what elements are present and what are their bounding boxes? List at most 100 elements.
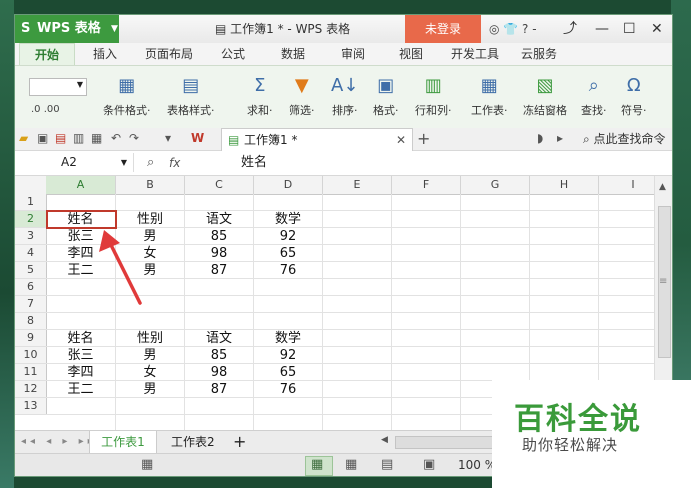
tab-data[interactable]: 数据: [281, 43, 305, 65]
tab-review[interactable]: 审阅: [341, 43, 365, 65]
title-utility-icons[interactable]: ◎ 👕 ? -: [489, 15, 537, 43]
row-header-6[interactable]: 6: [15, 279, 47, 296]
tab-cloud[interactable]: 云服务: [521, 43, 557, 65]
format-button[interactable]: ▣ 格式·: [373, 74, 399, 118]
cell-a5[interactable]: 王二: [46, 262, 115, 279]
column-header-i[interactable]: I: [599, 176, 654, 195]
column-header-e[interactable]: E: [323, 176, 392, 195]
wps-w-icon[interactable]: W: [191, 131, 204, 145]
cell-c11[interactable]: 98: [185, 364, 253, 381]
function-icon[interactable]: fx: [169, 151, 180, 175]
row-header-13[interactable]: 13: [15, 398, 47, 415]
sheet-navigation[interactable]: ◂◂ ◂ ▸ ▸▸: [21, 431, 97, 453]
save-icon[interactable]: ▣: [37, 131, 48, 145]
tab-formulas[interactable]: 公式: [221, 43, 245, 65]
cell-c4[interactable]: 98: [185, 245, 253, 262]
redo-icon[interactable]: ↷: [129, 131, 139, 145]
customize-icon[interactable]: ▾: [165, 131, 171, 145]
flag-icon[interactable]: ▸: [557, 131, 563, 145]
backup-icon[interactable]: ◗: [537, 131, 543, 145]
sum-button[interactable]: Σ 求和·: [247, 74, 273, 118]
close-button[interactable]: ✕: [651, 15, 663, 43]
decimal-buttons[interactable]: .0 .00: [31, 104, 60, 115]
column-header-h[interactable]: H: [530, 176, 599, 195]
row-header-7[interactable]: 7: [15, 296, 47, 313]
cell-d3[interactable]: 92: [254, 228, 322, 245]
cell-d2[interactable]: 数学: [254, 211, 322, 228]
cell-b11[interactable]: 女: [116, 364, 184, 381]
row-header-3[interactable]: 3: [15, 228, 47, 245]
horizontal-scrollbar[interactable]: [395, 436, 497, 449]
sort-button[interactable]: A↓ 排序·: [331, 74, 358, 118]
cell-c12[interactable]: 87: [185, 381, 253, 398]
zoom-search-icon[interactable]: ⌕: [147, 155, 154, 170]
tab-page-layout[interactable]: 页面布局: [145, 43, 193, 65]
cell-d10[interactable]: 92: [254, 347, 322, 364]
cell-a12[interactable]: 王二: [46, 381, 115, 398]
cell-a4[interactable]: 李四: [46, 245, 115, 262]
new-tab-plus-icon[interactable]: +: [417, 129, 430, 148]
cell-b12[interactable]: 男: [116, 381, 184, 398]
table-style-button[interactable]: ▤ 表格样式·: [167, 74, 215, 118]
page-layout-view-icon[interactable]: ▤: [381, 457, 393, 472]
cell-c10[interactable]: 85: [185, 347, 253, 364]
cell-b2[interactable]: 性别: [116, 211, 184, 228]
scroll-up-icon[interactable]: ▲: [659, 182, 666, 192]
row-header-12[interactable]: 12: [15, 381, 47, 398]
rows-columns-button[interactable]: ▥ 行和列·: [415, 74, 452, 118]
print-preview-icon[interactable]: ▦: [91, 131, 102, 145]
zoom-level[interactable]: 100 %: [458, 454, 496, 476]
row-header-8[interactable]: 8: [15, 313, 47, 330]
scroll-left-icon[interactable]: ◀: [381, 435, 388, 445]
cell-b5[interactable]: 男: [116, 262, 184, 279]
tab-view[interactable]: 视图: [399, 43, 423, 65]
cell-b10[interactable]: 男: [116, 347, 184, 364]
filter-button[interactable]: ▼ 筛选·: [289, 74, 315, 118]
row-header-9[interactable]: 9: [15, 330, 47, 347]
cell-b4[interactable]: 女: [116, 245, 184, 262]
restore-skin-icon[interactable]: ⤴: [563, 15, 577, 43]
row-header-11[interactable]: 11: [15, 364, 47, 381]
symbol-button[interactable]: Ω 符号·: [621, 74, 647, 118]
cell-b3[interactable]: 男: [116, 228, 184, 245]
cell-b9[interactable]: 性别: [116, 330, 184, 347]
find-button[interactable]: ⌕ 查找·: [581, 74, 607, 118]
cell-a11[interactable]: 李四: [46, 364, 115, 381]
column-header-b[interactable]: B: [116, 176, 185, 195]
row-header-1[interactable]: 1: [15, 194, 47, 211]
reading-mode-icon[interactable]: ▣: [423, 457, 435, 472]
row-header-2[interactable]: 2: [15, 211, 47, 228]
cell-d9[interactable]: 数学: [254, 330, 322, 347]
undo-icon[interactable]: ↶: [111, 131, 121, 145]
column-header-d[interactable]: D: [254, 176, 323, 195]
sheet-tab-1[interactable]: 工作表1: [89, 431, 157, 453]
number-format-combo[interactable]: ▼: [29, 78, 87, 96]
maximize-button[interactable]: ☐: [623, 15, 636, 43]
cell-c9[interactable]: 语文: [185, 330, 253, 347]
cell-a3[interactable]: 张三: [46, 228, 115, 245]
tab-home[interactable]: 开始: [19, 43, 75, 66]
freeze-panes-button[interactable]: ▧ 冻结窗格: [523, 74, 567, 118]
close-tab-icon[interactable]: ✕: [396, 129, 406, 151]
column-header-g[interactable]: G: [461, 176, 530, 195]
calendar-icon[interactable]: ▦: [141, 457, 153, 472]
cell-c3[interactable]: 85: [185, 228, 253, 245]
open-folder-icon[interactable]: ▰: [19, 131, 28, 145]
row-header-5[interactable]: 5: [15, 262, 47, 279]
formula-input[interactable]: 姓名: [241, 151, 267, 175]
worksheet-button[interactable]: ▦ 工作表·: [471, 74, 508, 118]
row-header-4[interactable]: 4: [15, 245, 47, 262]
add-sheet-button[interactable]: +: [233, 431, 246, 453]
column-header-c[interactable]: C: [185, 176, 254, 195]
page-break-view-icon[interactable]: ▦: [345, 457, 357, 472]
cell-c2[interactable]: 语文: [185, 211, 253, 228]
cell-c5[interactable]: 87: [185, 262, 253, 279]
login-button[interactable]: 未登录: [405, 15, 481, 43]
row-header-10[interactable]: 10: [15, 347, 47, 364]
app-menu-button[interactable]: S WPS 表格 ▼: [15, 15, 119, 43]
tab-developer[interactable]: 开发工具: [451, 43, 499, 65]
minimize-button[interactable]: —: [595, 15, 609, 43]
cell-a10[interactable]: 张三: [46, 347, 115, 364]
cell-d12[interactable]: 76: [254, 381, 322, 398]
cell-d5[interactable]: 76: [254, 262, 322, 279]
